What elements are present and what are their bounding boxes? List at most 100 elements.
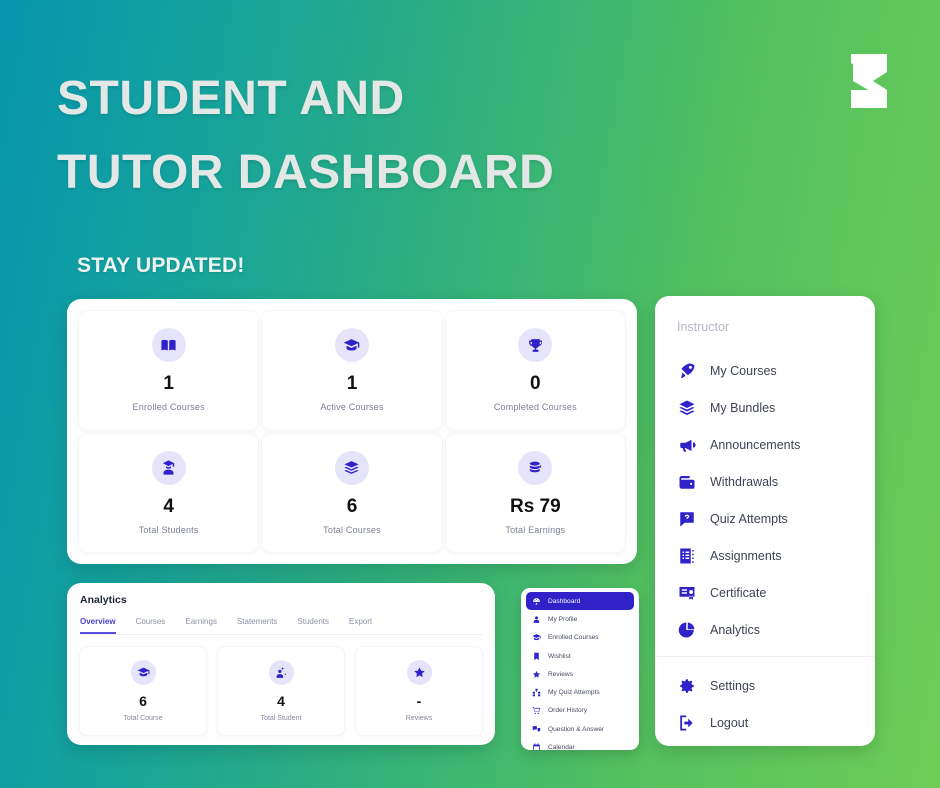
menu-item-question-and-answer[interactable]: Question & Answer [526, 720, 634, 738]
menu-item-order-history[interactable]: Order History [526, 702, 634, 720]
graduation-cap-icon [532, 633, 541, 642]
menu-item-enrolled-courses[interactable]: Enrolled Courses [526, 629, 634, 647]
sidebar-item-assignments[interactable]: Assignments [655, 537, 875, 574]
courses-stack-icon [334, 450, 369, 485]
graduation-cap-icon [130, 660, 156, 685]
tab-export[interactable]: Export [349, 617, 372, 634]
stat-card-total-students[interactable]: 4 Total Students [79, 433, 259, 552]
hero-line-1: STUDENT AND [57, 72, 405, 125]
tab-earnings[interactable]: Earnings [185, 617, 217, 634]
coins-icon [518, 450, 553, 485]
analytics-label: Total Course [123, 715, 163, 722]
menu-item-label: Question & Answer [548, 725, 605, 733]
stat-label: Total Earnings [505, 524, 566, 535]
sidebar-heading: Instructor [677, 320, 730, 334]
sidebar-item-withdrawals[interactable]: Withdrawals [655, 463, 875, 500]
menu-item-label: Dashboard [548, 597, 581, 605]
student-icon [151, 450, 186, 485]
stats-panel: 1 Enrolled Courses 1 Active Courses 0 Co… [67, 299, 637, 564]
student-sparkle-icon [268, 660, 294, 685]
menu-item-label: My Quiz Attempts [548, 689, 600, 697]
sidebar-item-quiz-attempts[interactable]: Quiz Attempts [655, 500, 875, 537]
sidebar-item-label: Withdrawals [710, 474, 779, 489]
stat-value: 4 [163, 495, 174, 517]
stat-card-total-earnings[interactable]: Rs 79 Total Earnings [445, 433, 625, 552]
open-book-icon [151, 328, 186, 363]
sidebar-item-label: Quiz Attempts [710, 511, 788, 526]
sidebar-item-label: Analytics [710, 622, 761, 637]
sidebar-item-label: My Courses [710, 363, 777, 378]
stat-card-completed-courses[interactable]: 0 Completed Courses [445, 311, 625, 430]
sidebar-item-my-bundles[interactable]: My Bundles [655, 389, 875, 426]
stat-label: Total Students [138, 524, 199, 535]
menu-item-calendar[interactable]: Calendar [526, 738, 634, 750]
dashboard-grid-icon [532, 597, 541, 606]
sidebar-item-label: My Bundles [710, 400, 776, 415]
stats-row-1: 1 Enrolled Courses 1 Active Courses 0 Co… [77, 309, 627, 432]
menu-item-wishlist[interactable]: Wishlist [526, 647, 634, 665]
menu-item-my-quiz-attempts[interactable]: My Quiz Attempts [526, 683, 634, 701]
student-dashboard-menu: Dashboard My Profile Enrolled Courses Wi… [521, 588, 639, 750]
menu-item-reviews[interactable]: Reviews [526, 665, 634, 683]
sidebar-item-label: Settings [710, 678, 756, 693]
sidebar-item-my-courses[interactable]: My Courses [655, 352, 875, 389]
star-icon [532, 670, 541, 679]
menu-item-label: My Profile [548, 615, 578, 623]
sidebar-item-label: Logout [710, 715, 749, 730]
certificate-icon [677, 583, 696, 602]
analytics-title: Analytics [80, 594, 127, 606]
tab-overview[interactable]: Overview [80, 617, 116, 634]
sidebar-item-analytics[interactable]: Analytics [655, 611, 875, 648]
hero-subtitle: STAY UPDATED! [77, 254, 245, 277]
menu-item-dashboard[interactable]: Dashboard [526, 592, 634, 611]
sidebar-divider [655, 656, 875, 657]
calendar-icon [532, 743, 541, 750]
gear-icon [677, 676, 696, 695]
sidebar-item-settings[interactable]: Settings [655, 667, 875, 704]
logout-icon [677, 713, 696, 732]
analytics-card-total-student[interactable]: 4 Total Student [218, 647, 344, 735]
analytics-card-reviews[interactable]: - Reviews [356, 647, 482, 735]
sidebar-item-certificate[interactable]: Certificate [655, 574, 875, 611]
quiz-grid-icon [532, 688, 541, 697]
stat-value: 6 [346, 495, 358, 517]
stat-label: Enrolled Courses [132, 402, 205, 413]
megaphone-icon [677, 435, 696, 454]
cart-icon [532, 706, 541, 715]
stat-card-total-courses[interactable]: 6 Total Courses [262, 433, 442, 552]
menu-item-label: Enrolled Courses [548, 634, 599, 642]
stats-row-2: 4 Total Students 6 Total Courses Rs 79 T… [77, 432, 627, 555]
menu-item-my-profile[interactable]: My Profile [526, 610, 634, 628]
analytics-label: Total Student [260, 715, 302, 722]
sidebar-item-announcements[interactable]: Announcements [655, 426, 875, 463]
instructor-sidebar: Instructor My Courses My Bundles Announc… [655, 296, 875, 746]
stylized-s-logo [840, 50, 898, 112]
analytics-value: 4 [277, 693, 285, 709]
tab-courses[interactable]: Courses [136, 617, 166, 634]
graduation-cap-icon [334, 328, 369, 363]
stat-card-enrolled-courses[interactable]: 1 Enrolled Courses [79, 311, 259, 430]
sidebar-item-label: Assignments [710, 548, 782, 563]
sidebar-item-logout[interactable]: Logout [655, 704, 875, 741]
rocket-icon [677, 361, 696, 380]
stat-card-active-courses[interactable]: 1 Active Courses [262, 311, 442, 430]
menu-item-label: Wishlist [548, 652, 571, 660]
stat-label: Active Courses [320, 402, 384, 413]
qa-icon [532, 725, 541, 734]
analytics-cards: 6 Total Course 4 Total Student - Reviews [80, 647, 482, 735]
hero-heading: STUDENT AND TUTOR DASHBOARD [57, 62, 697, 211]
sidebar-item-label: Announcements [710, 437, 801, 452]
analytics-panel: Analytics Overview Courses Earnings Stat… [67, 583, 495, 745]
analytics-card-total-course[interactable]: 6 Total Course [80, 647, 206, 735]
question-box-icon [677, 509, 696, 528]
hero-line-2: TUTOR DASHBOARD [57, 146, 555, 200]
stat-label: Total Courses [323, 524, 381, 535]
layers-icon [677, 398, 696, 417]
tab-statements[interactable]: Statements [237, 617, 277, 634]
tab-students[interactable]: Students [297, 617, 329, 634]
star-icon [406, 660, 432, 685]
menu-item-label: Reviews [548, 670, 573, 678]
checklist-icon [677, 546, 696, 565]
analytics-tabs: Overview Courses Earnings Statements Stu… [80, 617, 482, 635]
sidebar-item-label: Certificate [710, 585, 767, 600]
